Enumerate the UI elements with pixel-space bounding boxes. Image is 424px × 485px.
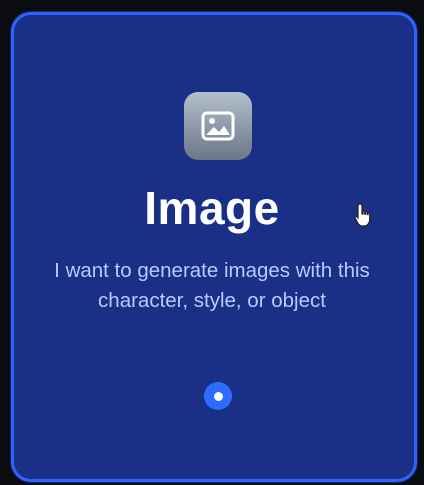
page: Image I want to generate images with thi… — [0, 0, 424, 485]
radio-dot — [213, 391, 223, 401]
selection-radio[interactable] — [204, 382, 232, 410]
image-option-card[interactable] — [11, 12, 417, 482]
hand-pointer-icon — [353, 202, 375, 228]
card-description: I want to generate images with this char… — [54, 259, 370, 312]
image-icon — [184, 92, 252, 160]
